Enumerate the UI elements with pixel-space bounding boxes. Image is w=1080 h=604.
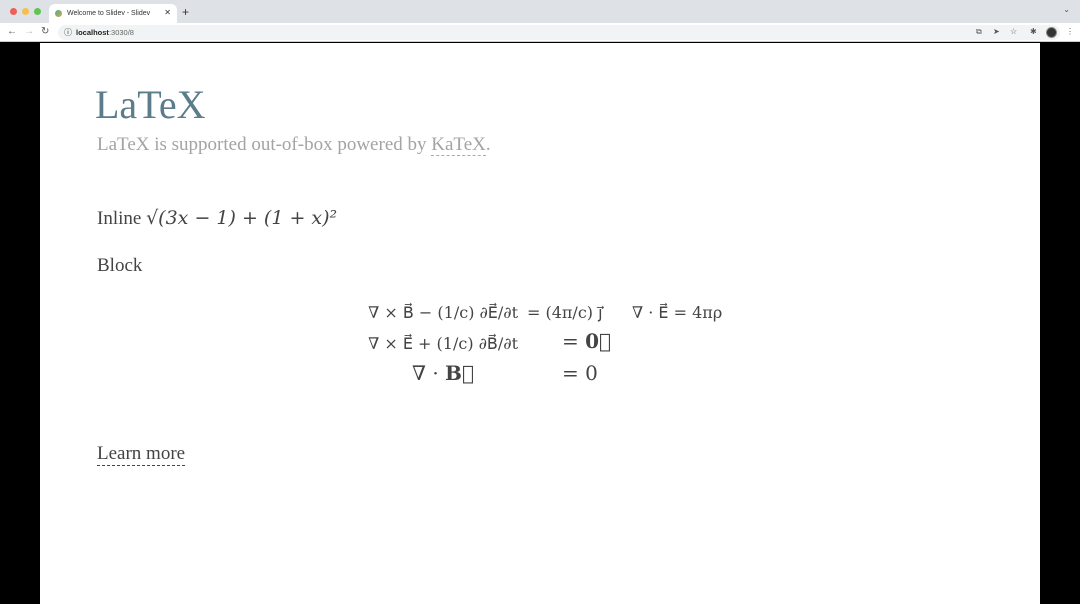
page-title: LaTeX <box>95 82 206 127</box>
url-path: :3030/8 <box>108 28 134 37</box>
equation-row-1-extra: ∇ · E⃗ = 4πρ <box>632 303 723 322</box>
favicon-icon <box>55 10 62 17</box>
url-host: localhost <box>76 28 109 37</box>
equation-row-3: ∇ · B⃗ <box>412 361 474 385</box>
info-icon: ⓘ <box>64 28 72 37</box>
subtitle-text: LaTeX is supported out-of-box powered by <box>97 134 432 155</box>
equation-row-3-rhs: = 0 <box>562 361 598 385</box>
minimize-window-button[interactable] <box>22 8 29 15</box>
equation-row-2: ∇ × E⃗ + (1/c) ∂B⃗/∂t <box>368 334 518 353</box>
extensions-icon[interactable]: ✱ <box>1030 27 1037 36</box>
close-tab-icon[interactable]: ✕ <box>164 8 171 17</box>
tab-slidev[interactable]: Welcome to Slidev - Slidev ✕ <box>49 4 177 23</box>
inline-label: Inline <box>97 208 142 229</box>
avatar[interactable] <box>1046 27 1057 38</box>
tab-bar: Welcome to Slidev - Slidev ✕ + ⌄ <box>0 0 1080 23</box>
inline-example: Inline √(3x − 1) + (1 + x)² <box>97 207 337 230</box>
close-window-button[interactable] <box>10 8 17 15</box>
subtitle: LaTeX is supported out-of-box powered by… <box>97 134 491 156</box>
learn-more-link[interactable]: Learn more <box>97 443 186 466</box>
block-label: Block <box>97 255 143 276</box>
translate-icon[interactable]: ⧉ <box>976 27 982 37</box>
maximize-window-button[interactable] <box>34 8 41 15</box>
katex-link[interactable]: KaTeX <box>431 134 486 156</box>
new-tab-button[interactable]: + <box>182 5 189 19</box>
back-icon[interactable]: ← <box>7 26 17 37</box>
tab-title: Welcome to Slidev - Slidev <box>67 10 151 17</box>
equation-row-1-rhs: = (4π/c) j⃗ <box>527 303 603 322</box>
forward-icon[interactable]: → <box>24 26 34 37</box>
url-input[interactable]: ⓘ localhost:3030/8 <box>58 25 1060 40</box>
chevron-down-icon[interactable]: ⌄ <box>1063 5 1070 14</box>
star-icon[interactable]: ☆ <box>1010 27 1017 36</box>
equation-row-2-rhs: = 0⃗ <box>562 329 612 353</box>
slide: LaTeX LaTeX is supported out-of-box powe… <box>40 43 1040 604</box>
address-bar: ← → ↻ ⓘ localhost:3030/8 ⧉ ➤ ☆ ✱ ⋮ <box>0 23 1080 42</box>
equation-row-1: ∇ × B⃗ − (1/c) ∂E⃗/∂t <box>368 303 518 322</box>
reload-icon[interactable]: ↻ <box>41 26 49 37</box>
send-icon[interactable]: ➤ <box>993 27 1000 36</box>
subtitle-period: . <box>485 134 491 155</box>
menu-icon[interactable]: ⋮ <box>1066 27 1074 36</box>
inline-math: √(3x − 1) + (1 + x)² <box>146 207 338 229</box>
